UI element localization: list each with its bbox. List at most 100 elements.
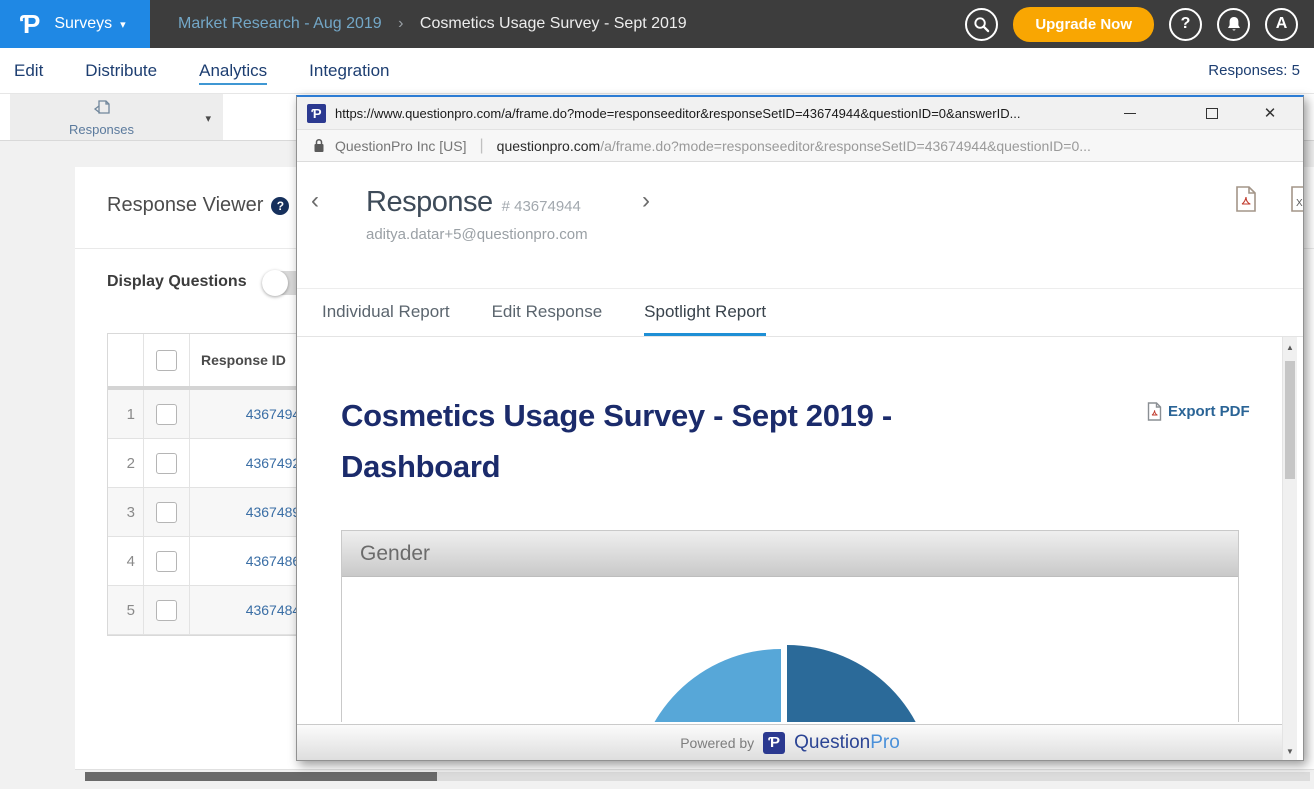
powered-by-footer: Powered by Ƥ QuestionPro [297,724,1283,760]
row-index: 2 [108,439,144,487]
download-pdf-icon[interactable] [1235,186,1257,213]
table-row[interactable]: 3 43674894 [108,488,318,537]
help-button[interactable]: ? [1169,8,1202,41]
popup-vertical-scrollbar[interactable]: ▲ ▼ [1282,337,1297,761]
bell-icon [1226,16,1242,33]
svg-text:X: X [1296,198,1303,209]
display-questions-label: Display Questions [107,273,247,291]
breadcrumb-parent[interactable]: Market Research - Aug 2019 [178,15,382,32]
maximize-icon [1206,108,1218,119]
scroll-down-icon[interactable]: ▼ [1283,743,1297,759]
tab-distribute[interactable]: Distribute [85,61,157,81]
tab-integration[interactable]: Integration [309,61,389,81]
gender-section-title: Gender [342,531,1238,577]
close-icon: ✕ [1264,104,1277,122]
chevron-down-icon: ▾ [120,18,126,31]
pie-slice-left[interactable] [635,649,781,722]
responses-table: Response ID ⇅ 1 43674944 2 43674923 3 43… [107,333,319,636]
gender-chart-panel: Gender [341,530,1239,722]
row-index: 4 [108,537,144,585]
breadcrumb-separator-icon: › [398,15,403,32]
responses-count: Responses: 5 [1208,62,1300,79]
table-row[interactable]: 5 43674842 [108,586,318,635]
surveys-menu[interactable]: Ƥ Surveys ▾ [0,0,150,48]
pie-slice-right[interactable] [787,645,933,722]
popup-url: https://www.questionpro.com/a/frame.do?m… [335,106,1105,121]
brand-pro: Pro [870,732,900,753]
questionpro-logo-icon: Ƥ [763,732,785,754]
row-checkbox[interactable] [156,600,177,621]
certificate-org: QuestionPro Inc [US] [335,138,467,154]
minimize-button[interactable] [1115,97,1145,129]
table-row[interactable]: 4 43674861 [108,537,318,586]
export-pdf-label: Export PDF [1168,403,1250,420]
response-header: ‹ Response # 43674944 › aditya.datar+5@q… [297,162,1303,289]
address-domain: questionpro.com [497,138,601,154]
responses-tab-label: Responses [69,122,134,137]
lock-icon [313,138,325,153]
next-response-button[interactable]: › [642,189,650,213]
row-index: 5 [108,586,144,634]
response-number: # 43674944 [502,198,581,215]
gender-pie-chart [342,577,1238,722]
breadcrumb: Market Research - Aug 2019 › Cosmetics U… [178,15,687,33]
product-menu-label: Surveys [54,15,112,33]
response-title: Response [366,186,493,219]
questionpro-logo-icon: Ƥ [20,11,40,37]
horizontal-scrollbar-thumb[interactable] [85,772,437,781]
address-path: /a/frame.do?mode=responseeditor&response… [600,138,1091,154]
dashboard-title: Cosmetics Usage Survey - Sept 2019 - Das… [341,390,996,492]
responses-tool-tab[interactable]: Responses ▾ [10,94,223,140]
row-checkbox[interactable] [156,404,177,425]
upgrade-now-button[interactable]: Upgrade Now [1013,7,1154,42]
popup-title-bar[interactable]: Ƥ https://www.questionpro.com/a/frame.do… [297,97,1303,129]
tab-edit[interactable]: Edit [14,61,43,81]
powered-by-label: Powered by [680,735,754,751]
responses-doc-icon [91,98,113,120]
respondent-email: aditya.datar+5@questionpro.com [366,226,588,243]
tab-individual-report[interactable]: Individual Report [322,289,450,336]
row-checkbox[interactable] [156,453,177,474]
vertical-scrollbar-thumb[interactable] [1285,361,1295,479]
tab-analytics[interactable]: Analytics [199,61,267,81]
address-separator: | [480,137,484,155]
breadcrumb-current: Cosmetics Usage Survey - Sept 2019 [420,15,687,32]
row-checkbox[interactable] [156,551,177,572]
topbar-actions: Upgrade Now ? A [965,7,1314,42]
question-icon: ? [1181,15,1191,33]
previous-response-button[interactable]: ‹ [311,189,319,213]
export-pdf-icon [1147,402,1162,421]
top-bar: Ƥ Surveys ▾ Market Research - Aug 2019 ›… [0,0,1314,48]
row-checkbox[interactable] [156,502,177,523]
select-all-checkbox[interactable] [156,350,177,371]
maximize-button[interactable] [1197,97,1227,129]
response-id-header[interactable]: Response ID [201,352,286,368]
table-row[interactable]: 1 43674944 [108,390,318,439]
toggle-knob [262,270,288,296]
spotlight-report-content: Cosmetics Usage Survey - Sept 2019 - Das… [297,337,1303,722]
download-doc-icon[interactable]: X [1290,186,1304,213]
popup-tabs: Individual Report Edit Response Spotligh… [297,289,1303,337]
notifications-button[interactable] [1217,8,1250,41]
export-pdf-button[interactable]: Export PDF [1147,402,1250,421]
table-row[interactable]: 2 43674923 [108,439,318,488]
popup-address-bar[interactable]: QuestionPro Inc [US] | questionpro.com/a… [297,129,1303,162]
search-button[interactable] [965,8,998,41]
row-index: 3 [108,488,144,536]
scroll-up-icon[interactable]: ▲ [1283,339,1297,355]
chevron-down-icon[interactable]: ▾ [205,112,211,125]
screen: Ƥ Surveys ▾ Market Research - Aug 2019 ›… [0,0,1314,789]
brand-question: Question [794,732,870,753]
tab-edit-response[interactable]: Edit Response [492,289,603,336]
horizontal-scrollbar[interactable] [85,772,1310,781]
survey-nav: Edit Distribute Analytics Integration Re… [0,48,1314,94]
close-button[interactable]: ✕ [1255,97,1285,129]
minimize-icon [1124,113,1136,114]
page-title: Response Viewer [107,194,263,217]
row-index: 1 [108,390,144,438]
search-icon [973,16,990,33]
viewer-help-icon[interactable]: ? [271,197,289,215]
avatar[interactable]: A [1265,8,1298,41]
tab-spotlight-report[interactable]: Spotlight Report [644,289,766,336]
table-header-row: Response ID ⇅ [108,334,318,390]
